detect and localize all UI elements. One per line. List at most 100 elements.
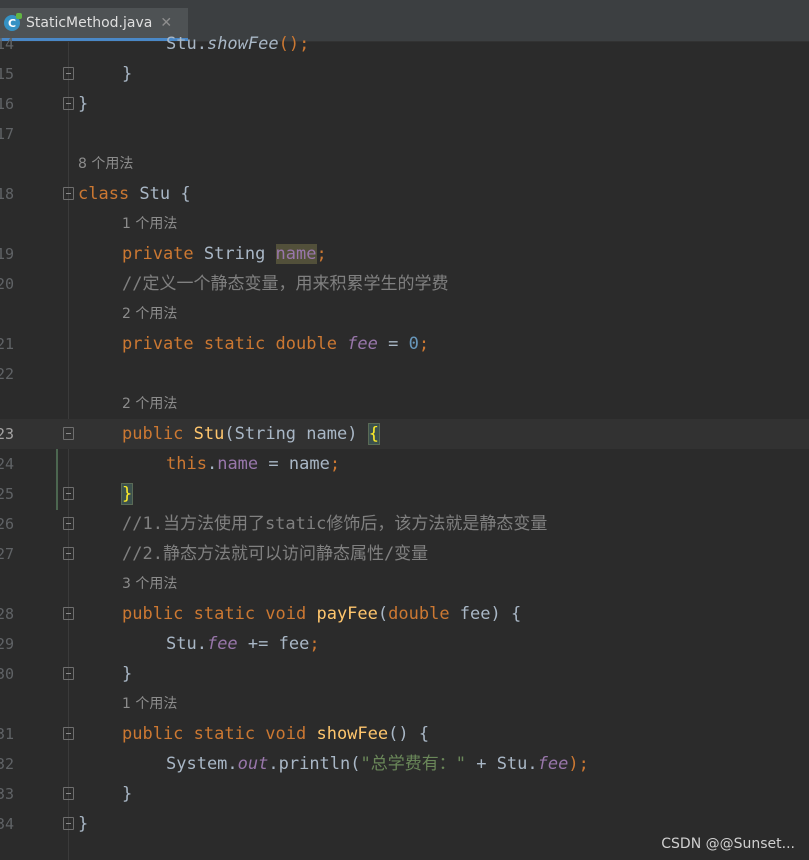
code-token: String: [193, 244, 276, 264]
code-token: showFee: [316, 724, 389, 744]
code-text: Stu.showFee();: [166, 29, 309, 59]
code-token: name: [275, 244, 317, 264]
line-number: 19: [0, 245, 15, 263]
line-number: 25: [0, 485, 15, 503]
code-token: name: [217, 454, 259, 474]
code-token: private static double: [122, 334, 348, 354]
code-token: =: [377, 334, 409, 354]
code-line: 14 Stu.showFee();: [0, 29, 809, 59]
line-number: 27: [0, 545, 15, 563]
code-token: () {: [388, 724, 430, 744]
code-line-current: 23 public Stu(String name) {: [0, 419, 809, 449]
code-token: += fee: [237, 634, 310, 654]
code-line: 21 private static double fee = 0;: [0, 329, 809, 359]
code-token: (: [377, 604, 389, 624]
fold-end-icon[interactable]: [63, 817, 74, 830]
code-line: 33 }: [0, 779, 809, 809]
code-text: public static void payFee(double fee) {: [122, 599, 521, 629]
usage-hint-line: 1 个用法: [0, 209, 809, 239]
fold-start-icon[interactable]: [63, 517, 74, 530]
code-token: ;: [316, 244, 327, 264]
code-token: showFee: [206, 34, 279, 54]
code-token: public: [122, 424, 184, 444]
fold-end-icon[interactable]: [63, 487, 74, 500]
code-editor[interactable]: 14 Stu.showFee(); 15 } 16 } 17 8 个用法 18 …: [0, 34, 809, 860]
code-text: }: [120, 479, 134, 509]
usage-hint[interactable]: 1 个用法: [122, 209, 177, 239]
code-token: payFee: [316, 604, 378, 624]
code-token: class: [78, 184, 130, 204]
usage-hint[interactable]: 2 个用法: [122, 389, 177, 419]
fold-end-icon[interactable]: [63, 787, 74, 800]
code-token: (String name): [224, 424, 368, 444]
code-line: 31 public static void showFee() {: [0, 719, 809, 749]
code-token: out: [237, 754, 269, 774]
fold-start-icon[interactable]: [63, 727, 74, 740]
code-token: Stu: [193, 424, 225, 444]
code-token: this: [166, 454, 207, 474]
usage-hint-line: 1 个用法: [0, 689, 809, 719]
code-token: );: [568, 754, 589, 774]
line-number: 16: [0, 95, 15, 113]
code-token: Stu.: [166, 634, 207, 654]
fold-end-icon[interactable]: [63, 667, 74, 680]
code-token: fee) {: [449, 604, 522, 624]
code-line: 16 }: [0, 89, 809, 119]
code-comment: //2.静态方法就可以访问静态属性/变量: [122, 544, 429, 564]
code-token: .: [206, 454, 218, 474]
fold-end-icon[interactable]: [63, 547, 74, 560]
code-text: System.out.println("总学费有：" + Stu.fee);: [166, 749, 589, 779]
code-token: .println(: [268, 754, 361, 774]
usage-hint[interactable]: 2 个用法: [122, 299, 177, 329]
code-line: 15 }: [0, 59, 809, 89]
code-text: }: [122, 64, 133, 84]
code-line: 18 class Stu {: [0, 179, 809, 209]
code-token: public static void: [122, 724, 317, 744]
fold-start-icon[interactable]: [63, 607, 74, 620]
code-text: this.name = name;: [166, 449, 340, 479]
usage-hint[interactable]: 8 个用法: [78, 149, 133, 179]
fold-start-icon[interactable]: [63, 187, 74, 200]
fold-end-icon[interactable]: [63, 67, 74, 80]
code-line: 17: [0, 119, 809, 149]
fold-start-icon[interactable]: [63, 427, 74, 440]
code-comment: //1.当方法使用了static修饰后，该方法就是静态变量: [122, 514, 548, 534]
usage-hint[interactable]: 1 个用法: [122, 689, 177, 719]
usage-hint[interactable]: 3 个用法: [122, 569, 177, 599]
code-token: ;: [418, 334, 430, 354]
usage-hint-line: 2 个用法: [0, 299, 809, 329]
line-number: 30: [0, 665, 15, 683]
code-line: 20 //定义一个静态变量，用来积累学生的学费: [0, 269, 809, 299]
code-line: 32 System.out.println("总学费有：" + Stu.fee)…: [0, 749, 809, 779]
code-token: fee: [347, 334, 378, 354]
code-text: private String name;: [122, 239, 327, 269]
line-number: 33: [0, 785, 15, 803]
line-number: 28: [0, 605, 15, 623]
line-number: 23: [0, 425, 15, 443]
code-line: 34 }: [0, 809, 809, 839]
code-text: Stu.fee += fee;: [166, 629, 320, 659]
line-number: 32: [0, 755, 15, 773]
code-text: public static void showFee() {: [122, 719, 429, 749]
code-token: = name: [258, 454, 330, 474]
code-line: 25 }: [0, 479, 809, 509]
usage-hint-line: 2 个用法: [0, 389, 809, 419]
watermark: CSDN @@Sunset...: [661, 836, 795, 852]
line-number: 34: [0, 815, 15, 833]
code-line: 30 }: [0, 659, 809, 689]
code-line: 27 //2.静态方法就可以访问静态属性/变量: [0, 539, 809, 569]
matched-brace: {: [367, 423, 380, 445]
code-token: public static void: [122, 604, 317, 624]
code-token: ;: [309, 634, 320, 654]
line-number: 31: [0, 725, 15, 743]
code-comment: //定义一个静态变量，用来积累学生的学费: [122, 274, 449, 294]
line-number: 21: [0, 335, 15, 353]
code-token: ;: [329, 454, 341, 474]
code-line: 28 public static void payFee(double fee)…: [0, 599, 809, 629]
code-token: "总学费有：": [360, 754, 466, 774]
fold-end-icon[interactable]: [63, 97, 74, 110]
line-number: 24: [0, 455, 15, 473]
line-number: 22: [0, 365, 15, 383]
code-token: fee: [206, 634, 238, 654]
